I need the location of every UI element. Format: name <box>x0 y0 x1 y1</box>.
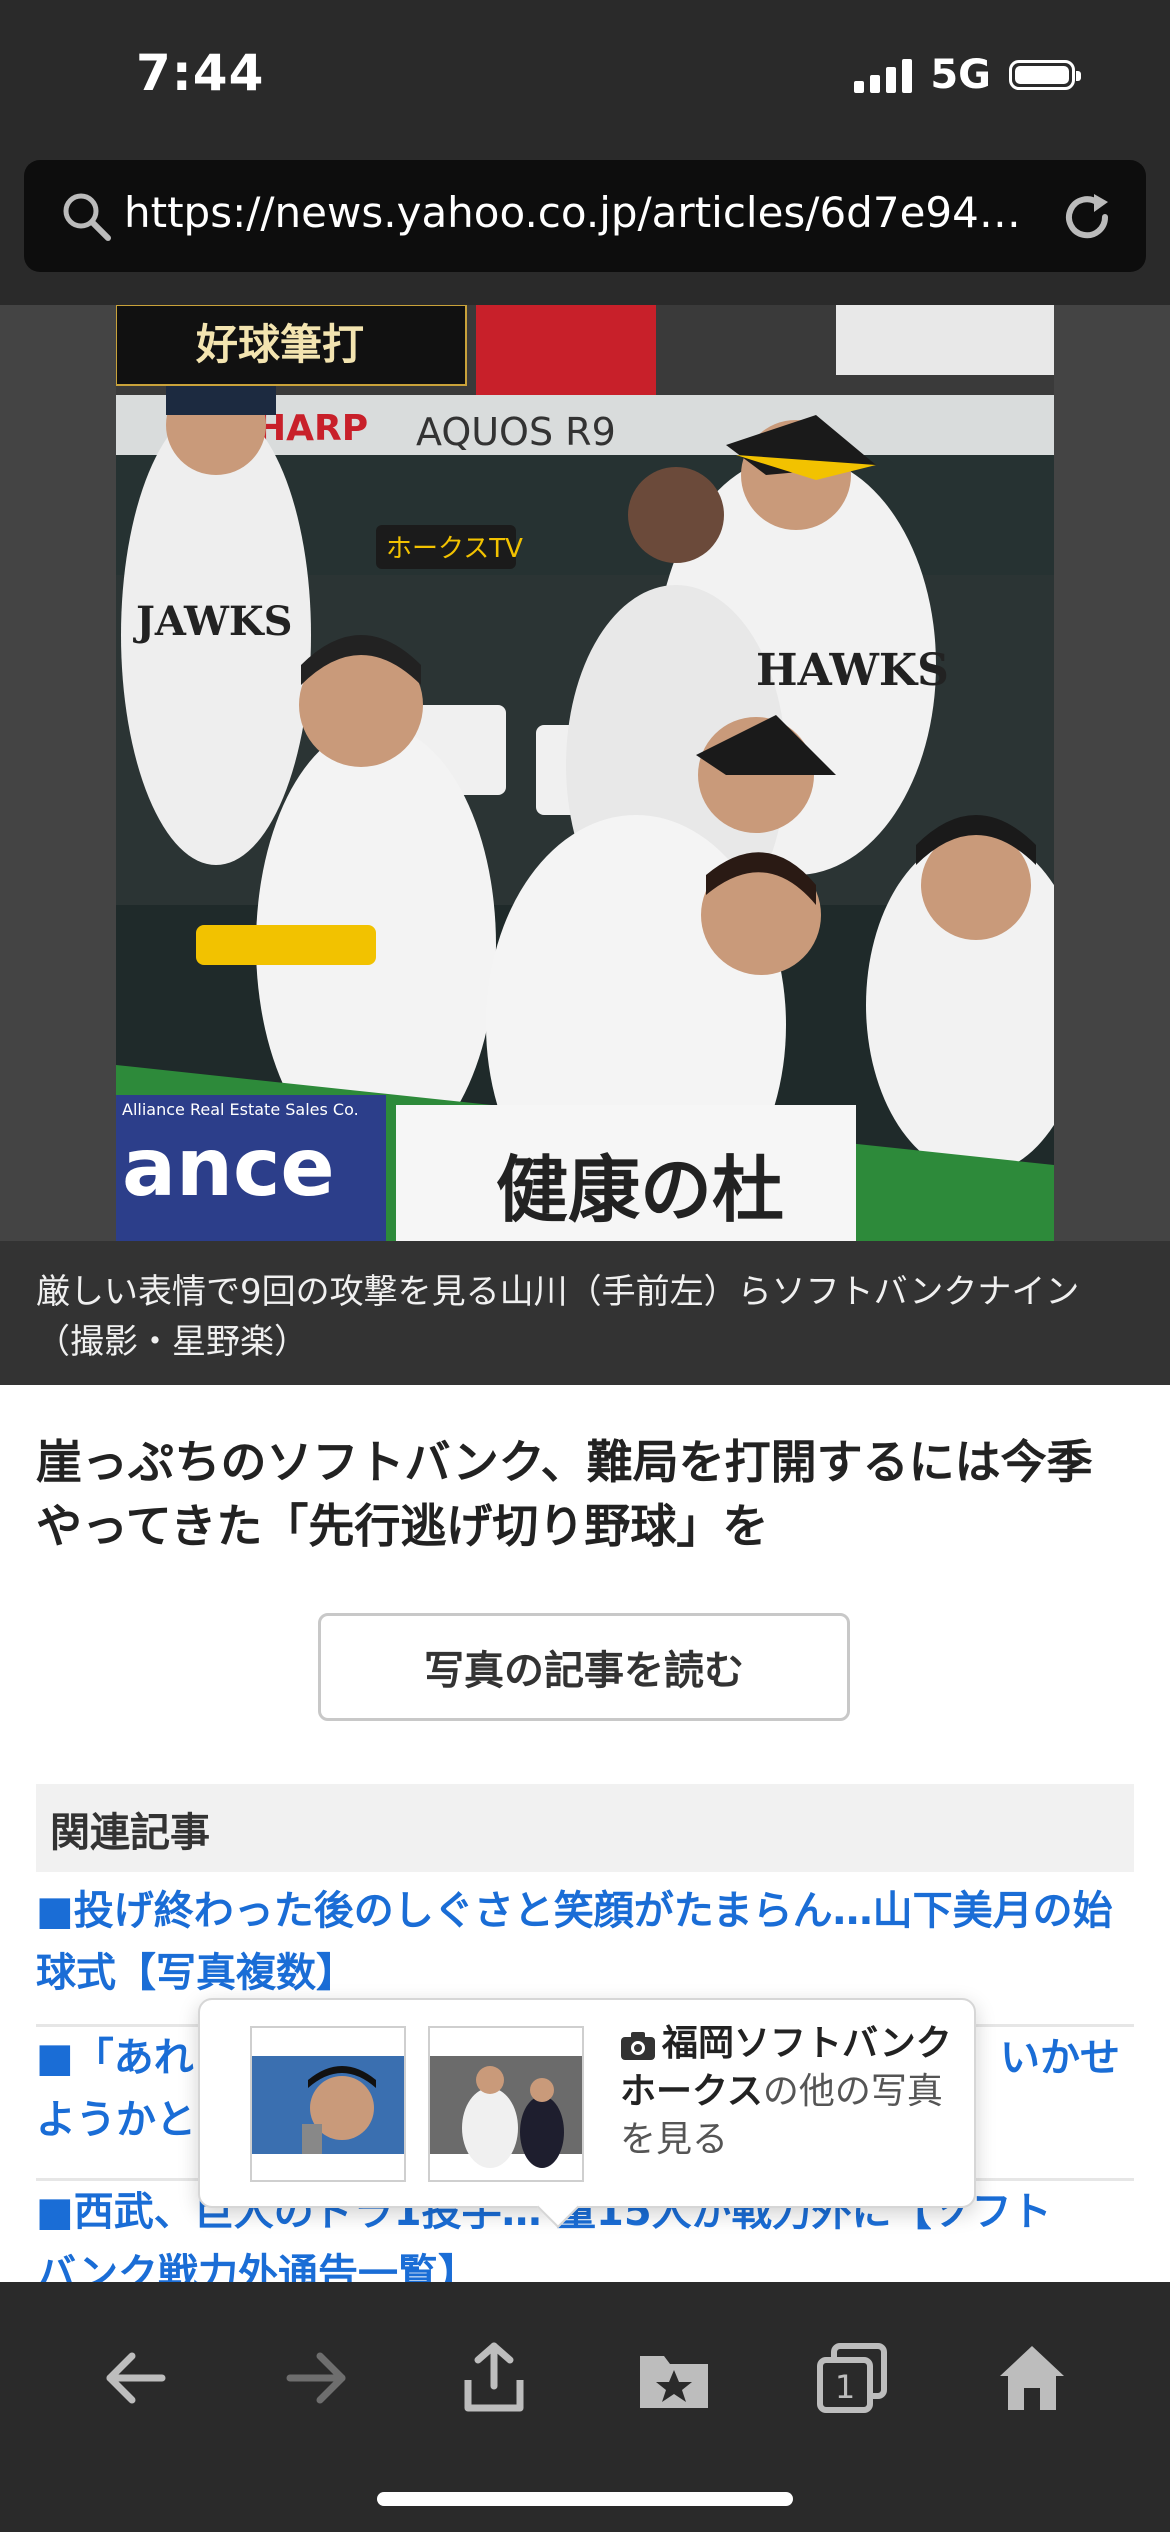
sign-kenko: 健康の杜 <box>496 1147 784 1232</box>
tabs-icon[interactable]: 1 <box>812 2338 892 2418</box>
related-link-2-part: ■「あれ <box>36 2035 194 2081</box>
popup-text[interactable]: 福岡ソフトバンクホークスの他の写真を見る <box>620 2020 960 2164</box>
related-link-2-part: いかせ <box>1000 2035 1120 2081</box>
status-bar: 7:44 5G <box>0 0 1170 150</box>
read-article-button[interactable]: 写真の記事を読む <box>318 1613 850 1721</box>
search-icon <box>63 193 111 241</box>
bookmarks-icon[interactable] <box>634 2338 714 2418</box>
share-icon[interactable] <box>454 2338 534 2418</box>
svg-text:HAWKS: HAWKS <box>756 645 949 696</box>
reload-icon[interactable] <box>1058 188 1116 246</box>
back-icon[interactable] <box>96 2338 176 2418</box>
article-headline[interactable]: 崖っぷちのソフトバンク、難局を打開するには今季やってきた「先行逃げ切り野球」を <box>36 1430 1136 1558</box>
photo-caption: 厳しい表情で9回の攻撃を見る山川（手前左）らソフトバンクナイン（撮影・星野楽） <box>0 1241 1170 1385</box>
related-link-3-part: バンク戦力外通告一覧】 <box>36 2251 478 2285</box>
home-icon[interactable] <box>992 2338 1072 2418</box>
related-link-2-part: ようかと <box>36 2097 196 2143</box>
caption-text: 厳しい表情で9回の攻撃を見る山川（手前左）らソフトバンクナイン（撮影・星野楽） <box>36 1272 1080 1362</box>
related-heading: 関連記事 <box>50 1810 210 1856</box>
address-bar[interactable]: https://news.yahoo.co.jp/articles/6d7e94… <box>24 160 1146 272</box>
battery-icon <box>1009 60 1081 90</box>
camera-icon <box>621 2032 655 2060</box>
signal-icon <box>854 57 913 93</box>
photo-area: HARP AQUOS R9 ホークスTV HAWKS JAWKS Allianc… <box>0 305 1170 1241</box>
popup-thumbnail[interactable] <box>428 2026 584 2182</box>
sign-alliance-small: Alliance Real Estate Sales Co. <box>122 1100 359 1119</box>
status-indicators: 5G <box>854 52 1081 98</box>
tab-count: 1 <box>835 2368 855 2406</box>
browser-address-area: https://news.yahoo.co.jp/articles/6d7e94… <box>0 150 1170 305</box>
sign-aquos: AQUOS R9 <box>416 410 616 454</box>
browser-toolbar: 1 <box>0 2282 1170 2532</box>
popup-thumbnail[interactable] <box>250 2026 406 2182</box>
status-time: 7:44 <box>136 44 265 102</box>
forward-icon[interactable] <box>276 2338 356 2418</box>
url-text[interactable]: https://news.yahoo.co.jp/articles/6d7e94… <box>124 188 1044 237</box>
svg-text:JAWKS: JAWKS <box>133 598 293 645</box>
home-indicator <box>377 2492 793 2506</box>
article-photo[interactable]: HARP AQUOS R9 ホークスTV HAWKS JAWKS Allianc… <box>116 305 1054 1241</box>
photo-overlay-label: 好球筆打 <box>195 320 364 369</box>
related-link-1[interactable]: ■投げ終わった後のしぐさと笑顔がたまらん…山下美月の始球式【写真複数】 <box>36 1880 1134 2004</box>
team-photos-popup[interactable]: 福岡ソフトバンクホークスの他の写真を見る <box>198 1998 976 2208</box>
network-type: 5G <box>930 52 991 98</box>
sign-hawks-tv: ホークスTV <box>386 534 523 564</box>
sign-alliance: ance <box>122 1121 335 1214</box>
related-articles-header: 関連記事 <box>36 1784 1134 1872</box>
